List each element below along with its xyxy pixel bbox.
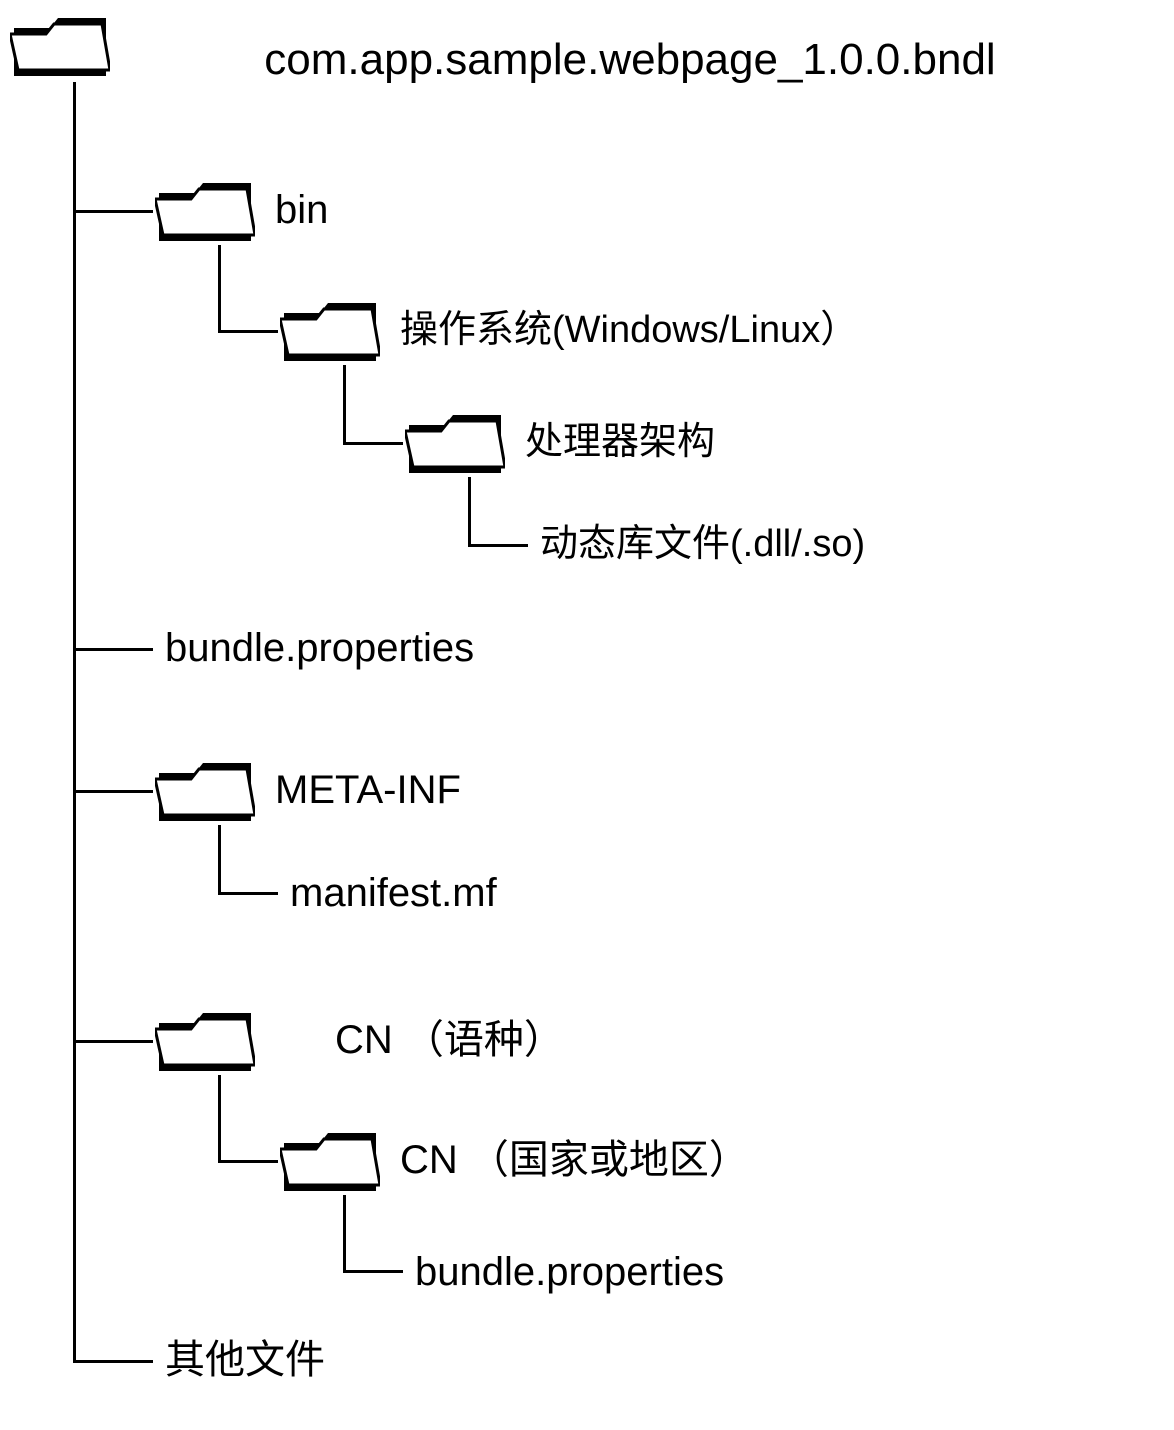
manifest-leaf: manifest.mf <box>290 873 497 913</box>
root-folder <box>10 10 130 80</box>
tree-connector <box>218 1160 278 1163</box>
bin-folder: bin <box>155 175 328 245</box>
bundleprops-leaf: bundle.properties <box>165 628 474 668</box>
tree-connector <box>343 1270 403 1273</box>
tree-connector <box>73 210 153 213</box>
folder-icon <box>155 1005 255 1075</box>
os-folder: 操作系统(Windows/Linux） <box>280 295 858 365</box>
tree-connector <box>343 1195 346 1273</box>
tree-connector <box>218 1075 221 1163</box>
arch-folder: 处理器架构 <box>405 407 715 477</box>
dynlib-leaf: 动态库文件(.dll/.so) <box>540 525 865 563</box>
tree-connector <box>218 330 278 333</box>
folder-icon <box>155 175 255 245</box>
tree-connector <box>73 1040 153 1043</box>
dynlib-label: 动态库文件(.dll/.so) <box>540 525 865 563</box>
cnlang-folder: CN （语种） <box>155 1005 564 1075</box>
metainf-label: META-INF <box>275 770 461 810</box>
arch-label: 处理器架构 <box>525 423 715 461</box>
manifest-label: manifest.mf <box>290 873 497 913</box>
cnregion-label: CN （国家或地区） <box>400 1140 749 1180</box>
folder-icon <box>405 407 505 477</box>
tree-connector <box>218 245 221 333</box>
cnregion-folder: CN （国家或地区） <box>280 1125 749 1195</box>
folder-icon <box>10 10 110 80</box>
cnlang-label: CN （语种） <box>335 1020 564 1060</box>
other-leaf: 其他文件 <box>165 1340 325 1380</box>
tree-connector <box>343 442 403 445</box>
folder-icon <box>280 1125 380 1195</box>
tree-connector <box>343 365 346 445</box>
tree-connector <box>468 477 471 547</box>
bundleprops2-leaf: bundle.properties <box>415 1252 724 1292</box>
folder-icon <box>155 755 255 825</box>
tree-connector <box>468 544 528 547</box>
tree-connector <box>218 825 221 895</box>
bin-label: bin <box>275 190 328 230</box>
os-label: 操作系统(Windows/Linux） <box>400 311 858 349</box>
root-label: com.app.sample.webpage_1.0.0.bndl <box>190 30 1070 89</box>
bundleprops2-label: bundle.properties <box>415 1252 724 1292</box>
tree-connector <box>73 82 76 1362</box>
bundleprops-label: bundle.properties <box>165 628 474 668</box>
tree-connector <box>73 1360 153 1363</box>
tree-connector <box>73 648 153 651</box>
tree-connector <box>218 892 278 895</box>
metainf-folder: META-INF <box>155 755 461 825</box>
tree-connector <box>73 790 153 793</box>
other-label: 其他文件 <box>165 1340 325 1380</box>
folder-icon <box>280 295 380 365</box>
